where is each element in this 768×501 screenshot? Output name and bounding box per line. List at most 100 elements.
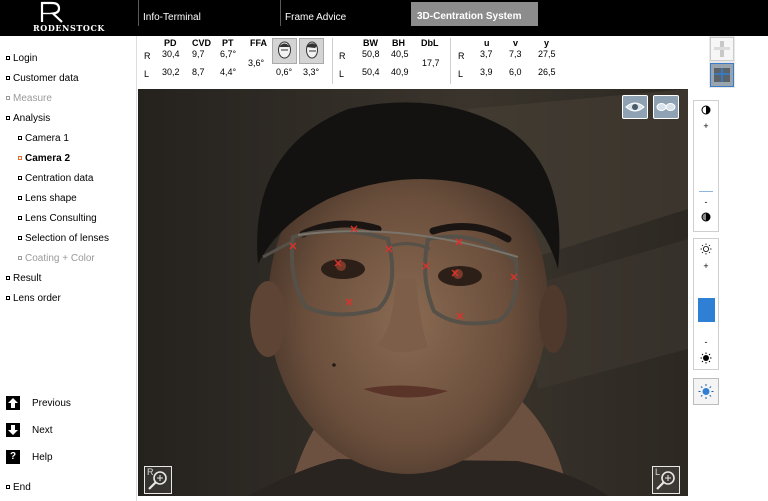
- bullet-icon: [18, 136, 22, 140]
- brand-logo: RODENSTOCK: [0, 0, 138, 36]
- v-right: 7,3: [509, 49, 522, 59]
- front-view-thumbnail[interactable]: [710, 37, 734, 61]
- row-label-right-3: R: [458, 51, 465, 61]
- row-label-left: L: [144, 69, 150, 79]
- divider: [332, 38, 333, 84]
- contrast-minus[interactable]: -: [694, 197, 718, 207]
- nav-result[interactable]: Result: [6, 272, 41, 286]
- nav-label: Camera 2: [25, 153, 71, 164]
- header-bw: BW: [363, 38, 378, 48]
- help-button[interactable]: ? Help: [6, 449, 53, 467]
- contrast-slider[interactable]: + -: [693, 100, 719, 232]
- pt-left: 4,4°: [220, 67, 237, 77]
- row-label-left-2: L: [339, 69, 345, 79]
- app-window: RODENSTOCK Info-Terminal Frame Advice 3D…: [0, 0, 768, 501]
- brightness-slider[interactable]: + -: [693, 238, 719, 370]
- zoom-right-eye-button[interactable]: R: [144, 466, 172, 494]
- nav-label: Result: [13, 273, 42, 284]
- nav-label: Coating + Color: [25, 253, 95, 264]
- sun-filled-icon: [694, 352, 718, 366]
- rodenstock-logo-icon: [40, 1, 63, 23]
- contrast-plus[interactable]: +: [694, 121, 718, 131]
- sidebar: Login Customer data Measure Analysis Cam…: [0, 36, 137, 501]
- bullet-icon: [6, 76, 10, 80]
- help-icon: ?: [6, 450, 20, 465]
- brightness-level: [698, 298, 715, 323]
- tab-info-terminal[interactable]: Info-Terminal: [138, 0, 280, 26]
- head-tilt-icon: [272, 38, 297, 64]
- nav-analysis[interactable]: Analysis: [6, 112, 50, 126]
- header-ffa: FFA: [250, 38, 267, 48]
- v-left: 6,0: [509, 67, 522, 77]
- pd-right: 30,4: [162, 49, 180, 59]
- previous-label: Previous: [32, 398, 71, 409]
- header-cvd: CVD: [192, 38, 212, 48]
- dbl-value: 17,7: [422, 58, 440, 68]
- header-pt: PT: [222, 38, 234, 48]
- nav-lens-shape[interactable]: Lens shape: [18, 192, 77, 206]
- head-tilt-value: 0,6°: [276, 67, 293, 77]
- nav-selection-of-lenses[interactable]: Selection of lenses: [18, 232, 109, 246]
- header-v: v: [513, 38, 519, 48]
- nav-label: Centration data: [25, 173, 94, 184]
- nav-label: Lens Consulting: [25, 213, 97, 224]
- nav-label: Selection of lenses: [25, 233, 109, 244]
- auto-light-button[interactable]: [693, 378, 719, 405]
- nav-label: Camera 1: [25, 133, 69, 144]
- camera-photo: [138, 89, 688, 496]
- arrow-down-icon: [6, 423, 20, 438]
- eye-view-button[interactable]: [622, 95, 648, 119]
- nav-measure: Measure: [6, 92, 52, 106]
- contrast-level: [699, 191, 713, 192]
- end-label: End: [13, 482, 31, 493]
- row-label-right-2: R: [339, 51, 346, 61]
- nav-coating-color: Coating + Color: [18, 252, 95, 266]
- nav-label: Lens shape: [25, 193, 77, 204]
- divider: [450, 38, 451, 84]
- end-button[interactable]: End: [6, 481, 31, 495]
- header-pd: PD: [164, 38, 177, 48]
- brightness-minus[interactable]: -: [694, 337, 718, 347]
- nav-camera-2[interactable]: Camera 2: [18, 152, 70, 166]
- brand-name: RODENSTOCK: [33, 23, 105, 33]
- bullet-icon: [18, 156, 22, 160]
- bullet-icon: [18, 256, 22, 260]
- nav-customer-data[interactable]: Customer data: [6, 72, 79, 86]
- ffa-value: 3,6°: [248, 58, 265, 68]
- bullet-icon: [18, 216, 22, 220]
- tab-frame-advice[interactable]: Frame Advice: [280, 0, 410, 26]
- sun-outline-icon: [694, 243, 718, 257]
- pt-right: 6,7°: [220, 49, 237, 59]
- bullet-icon: [6, 96, 10, 100]
- head-turn-value: 3,3°: [303, 67, 320, 77]
- next-label: Next: [32, 425, 53, 436]
- nav-lens-consulting[interactable]: Lens Consulting: [18, 212, 97, 226]
- bw-right: 50,8: [362, 49, 380, 59]
- nav-camera-1[interactable]: Camera 1: [18, 132, 69, 146]
- measurement-panel: PD CVD PT FFA R 30,4 9,7 6,7° L 30,2 8,7…: [138, 36, 768, 88]
- bullet-icon: [18, 176, 22, 180]
- u-left: 3,9: [480, 67, 493, 77]
- bullet-icon: [6, 296, 10, 300]
- side-view-thumbnail[interactable]: [710, 63, 734, 87]
- tab-3d-centration-system[interactable]: 3D-Centration System: [411, 2, 538, 26]
- brightness-plus[interactable]: +: [694, 261, 718, 271]
- bullet-icon: [6, 276, 10, 280]
- nav-centration-data[interactable]: Centration data: [18, 172, 93, 186]
- camera-image-view[interactable]: R L: [138, 89, 688, 496]
- bullet-icon: [6, 485, 10, 489]
- nav-lens-order[interactable]: Lens order: [6, 292, 61, 306]
- nav-label: Lens order: [13, 293, 61, 304]
- zoom-left-eye-button[interactable]: L: [652, 466, 680, 494]
- bullet-icon: [6, 116, 10, 120]
- cvd-left: 8,7: [192, 67, 205, 77]
- next-button[interactable]: Next: [6, 422, 53, 440]
- nav-label: Measure: [13, 93, 52, 104]
- header-bh: BH: [392, 38, 405, 48]
- nav-label: Customer data: [13, 73, 79, 84]
- nav-login[interactable]: Login: [6, 52, 37, 66]
- magnifier-icon: [148, 471, 167, 490]
- glasses-view-button[interactable]: [653, 95, 679, 119]
- sun-blue-icon: [698, 384, 714, 399]
- previous-button[interactable]: Previous: [6, 395, 71, 413]
